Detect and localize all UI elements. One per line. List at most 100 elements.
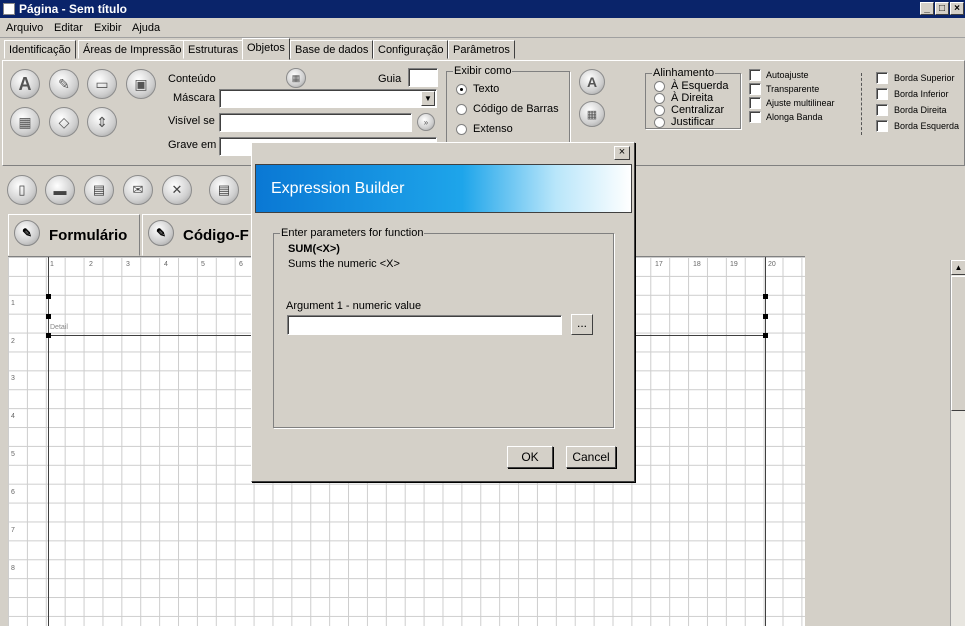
radio-justificar[interactable] <box>654 117 665 128</box>
radio-esquerda[interactable] <box>654 81 665 92</box>
resize-handle[interactable] <box>763 294 768 299</box>
dialog-close-button[interactable]: × <box>614 146 630 160</box>
calculator-icon[interactable]: ▦ <box>10 107 40 137</box>
conteudo-calculator-icon[interactable]: ▦ <box>286 68 306 88</box>
expression-builder-dialog: × Expression Builder Enter parameters fo… <box>251 142 635 482</box>
tab-configuracao[interactable]: Configuração <box>373 40 449 59</box>
ruler-left: 5 <box>11 451 15 458</box>
resize-handle[interactable] <box>763 333 768 338</box>
ruler-top: 2 <box>89 261 93 268</box>
radio-extenso[interactable] <box>456 124 467 135</box>
alinhamento-group: Alinhamento À Esquerda À Direita Central… <box>645 67 741 129</box>
dialog-banner: Expression Builder <box>255 164 632 213</box>
parameters-group: Enter parameters for function SUM(<X>) S… <box>273 227 614 428</box>
radio-codigo-barras-label: Código de Barras <box>473 103 559 115</box>
scroll-up-icon[interactable]: ▲ <box>951 260 965 275</box>
checkbox-borda-direita[interactable] <box>876 104 888 116</box>
radio-texto-label: Texto <box>473 83 500 95</box>
resize-handle[interactable] <box>46 314 51 319</box>
radio-texto[interactable] <box>456 84 467 95</box>
ruler-top: 6 <box>239 261 243 268</box>
text-object-icon[interactable]: A <box>10 69 40 99</box>
menu-ajuda[interactable]: Ajuda <box>132 22 160 34</box>
maximize-button[interactable]: □ <box>935 2 949 15</box>
ruler-top: 4 <box>164 261 168 268</box>
borda-inferior-label: Borda Inferior <box>894 89 949 99</box>
argument-input[interactable] <box>287 315 562 335</box>
resize-handle[interactable] <box>763 314 768 319</box>
tab-objetos[interactable]: Objetos <box>242 38 290 60</box>
menu-arquivo[interactable]: Arquivo <box>6 22 43 34</box>
ruler-left: 6 <box>11 489 15 496</box>
window-title: Página - Sem título <box>19 2 128 16</box>
image-icon[interactable]: ▣ <box>126 69 156 99</box>
ruler-left: 7 <box>11 527 15 534</box>
radio-centralizar[interactable] <box>654 105 665 116</box>
tab-codigo-fonte[interactable]: ✎ Código-F <box>142 214 254 256</box>
open-folder-icon[interactable]: ▬ <box>45 175 75 205</box>
left-margin-line <box>48 257 49 626</box>
resize-handle[interactable] <box>46 333 51 338</box>
argument-browse-button[interactable]: ... <box>571 314 593 335</box>
visivel-expression-icon[interactable]: » <box>417 113 435 131</box>
border-preview-icon <box>861 73 869 135</box>
menu-editar[interactable]: Editar <box>54 22 83 34</box>
computer-icon[interactable]: ▭ <box>87 69 117 99</box>
tab-areas-impressao[interactable]: Áreas de Impressão <box>78 40 187 59</box>
chevron-down-icon[interactable]: ▼ <box>421 91 435 106</box>
tab-parametros[interactable]: Parâmetros <box>448 40 515 59</box>
shapes-icon[interactable]: ◇ <box>49 107 79 137</box>
ruler-top: 1 <box>50 261 54 268</box>
tab-identificacao[interactable]: Identificação <box>4 40 76 59</box>
ruler-top: 17 <box>655 261 663 268</box>
visivel-input[interactable] <box>219 113 412 132</box>
title-bar: Página - Sem título _ □ × <box>0 0 965 18</box>
cancel-button[interactable]: Cancel <box>566 446 616 468</box>
vertical-scrollbar[interactable]: ▲ <box>950 260 965 626</box>
guia-input[interactable] <box>408 68 438 87</box>
menu-exibir[interactable]: Exibir <box>94 22 122 34</box>
function-description: Sums the numeric <X> <box>288 258 400 270</box>
argument-label: Argument 1 - numeric value <box>286 300 422 312</box>
checkbox-borda-inferior[interactable] <box>876 88 888 100</box>
right-margin-line <box>765 257 766 626</box>
conteudo-label: Conteúdo <box>168 73 216 85</box>
mascara-combo[interactable]: ▼ <box>219 89 437 108</box>
ok-button[interactable]: OK <box>507 446 553 468</box>
font-icon[interactable]: A <box>579 69 605 95</box>
pencil-icon[interactable]: ✎ <box>49 69 79 99</box>
color-grid-icon[interactable]: ▦ <box>579 101 605 127</box>
radio-justificar-label: Justificar <box>671 116 715 128</box>
email-icon[interactable]: ✉ <box>123 175 153 205</box>
close-window-button[interactable]: × <box>950 2 964 15</box>
radio-direita[interactable] <box>654 93 665 104</box>
radio-codigo-barras[interactable] <box>456 104 467 115</box>
cancel-icon[interactable]: ✕ <box>162 175 192 205</box>
menu-bar: Arquivo Editar Exibir Ajuda <box>0 18 965 38</box>
exibir-como-group: Exibir como Texto Código de Barras Exten… <box>446 65 570 149</box>
ruler-left: 3 <box>11 375 15 382</box>
checkbox-alonga-banda[interactable] <box>749 111 761 123</box>
save-icon[interactable]: ▤ <box>84 175 114 205</box>
grave-label: Grave em <box>168 139 217 151</box>
checkbox-borda-superior[interactable] <box>876 72 888 84</box>
tab-base-dados[interactable]: Base de dados <box>290 40 374 59</box>
checkbox-ajuste-multilinear[interactable] <box>749 97 761 109</box>
scroll-thumb[interactable] <box>951 276 965 411</box>
resize-handle[interactable] <box>46 294 51 299</box>
print-icon[interactable]: ▤ <box>209 175 239 205</box>
tab-estruturas[interactable]: Estruturas <box>183 40 244 59</box>
new-file-icon[interactable]: ▯ <box>7 175 37 205</box>
checkbox-autoajuste[interactable] <box>749 69 761 81</box>
tab-codigo-label: Código-F <box>183 227 249 244</box>
ruler-left: 8 <box>11 565 15 572</box>
tab-formulario[interactable]: ✎ Formulário <box>8 214 140 256</box>
alinhamento-title: Alinhamento <box>652 67 716 79</box>
alonga-banda-label: Alonga Banda <box>766 112 823 122</box>
transparente-label: Transparente <box>766 84 820 94</box>
checkbox-transparente[interactable] <box>749 83 761 95</box>
minimize-button[interactable]: _ <box>920 2 934 15</box>
checkbox-borda-esquerda[interactable] <box>876 120 888 132</box>
up-down-arrows-icon[interactable]: ⇕ <box>87 107 117 137</box>
app-icon <box>3 3 15 15</box>
